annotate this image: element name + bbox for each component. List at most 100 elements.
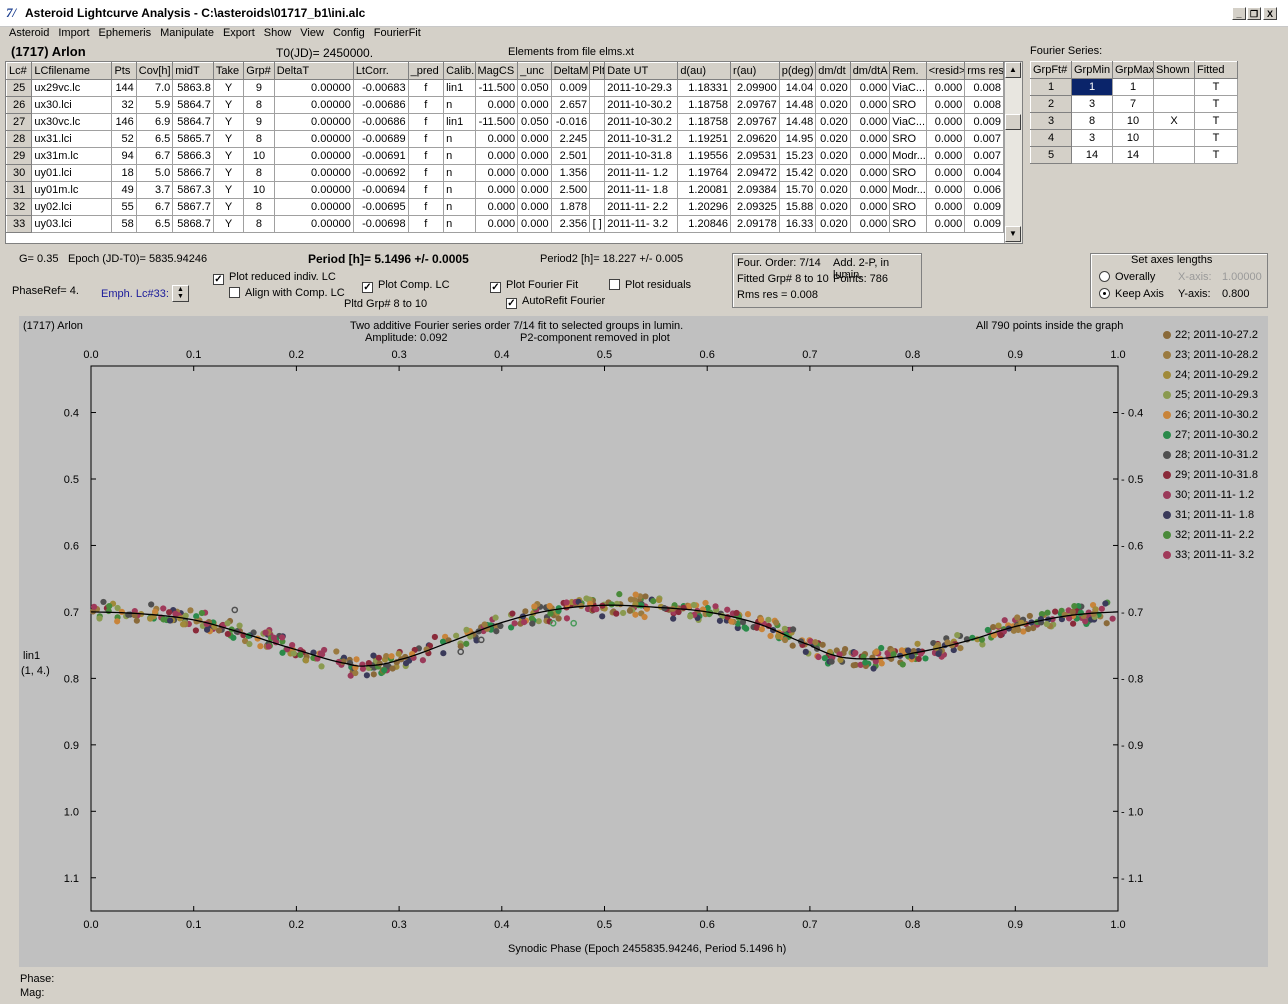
- lc-cell[interactable]: 0.050: [517, 113, 552, 131]
- lc-cell[interactable]: 0.020: [815, 181, 851, 199]
- lc-col-header[interactable]: Plt: [589, 62, 606, 80]
- lc-cell[interactable]: 5.9: [135, 96, 174, 114]
- lc-cell[interactable]: 55: [111, 198, 137, 216]
- lc-row-number[interactable]: 27: [6, 113, 33, 131]
- fourier-row-number[interactable]: 5: [1030, 146, 1072, 164]
- lc-cell[interactable]: SRO: [889, 164, 927, 182]
- fourier-cell[interactable]: 14: [1112, 146, 1154, 164]
- lc-cell[interactable]: 15.23: [778, 147, 817, 165]
- checkbox-checked[interactable]: ✓: [362, 282, 373, 293]
- lc-cell[interactable]: 32: [111, 96, 137, 114]
- lc-cell[interactable]: 0.000: [517, 215, 552, 233]
- lc-cell[interactable]: 2.09325: [730, 198, 780, 216]
- lc-cell[interactable]: 2011-10-31.2: [604, 130, 679, 148]
- lc-cell[interactable]: 6.5: [135, 130, 174, 148]
- fourier-col-header[interactable]: Shown: [1153, 61, 1195, 79]
- lc-cell[interactable]: 5863.8: [172, 79, 214, 97]
- lc-cell[interactable]: 0.000: [849, 96, 891, 114]
- lc-cell[interactable]: Y: [212, 147, 245, 165]
- lc-col-header[interactable]: Calib.: [443, 62, 476, 80]
- lc-cell[interactable]: 0.000: [849, 198, 891, 216]
- close-button[interactable]: X: [1263, 7, 1277, 20]
- lc-cell[interactable]: 0.006: [964, 181, 1004, 199]
- lc-cell[interactable]: n: [443, 181, 476, 199]
- scroll-thumb[interactable]: [1005, 114, 1021, 130]
- lc-cell[interactable]: Y: [212, 198, 245, 216]
- lc-col-header[interactable]: Date UT: [604, 62, 679, 80]
- lc-cell[interactable]: 2.09620: [730, 130, 780, 148]
- lc-cell[interactable]: 0.00000: [273, 96, 354, 114]
- lc-cell[interactable]: uy01m.lc: [31, 181, 113, 199]
- lc-cell[interactable]: 1.18758: [677, 113, 732, 131]
- lc-cell[interactable]: 0.020: [815, 147, 851, 165]
- lc-col-header[interactable]: Rem.: [889, 62, 927, 80]
- lc-cell[interactable]: 144: [111, 79, 137, 97]
- lc-cell[interactable]: 146: [111, 113, 137, 131]
- lc-cell[interactable]: ux31m.lc: [31, 147, 113, 165]
- lc-cell[interactable]: 0.009: [964, 198, 1004, 216]
- lc-cell[interactable]: f: [407, 164, 445, 182]
- lc-cell[interactable]: 0.000: [474, 130, 519, 148]
- fourier-cell[interactable]: 14: [1071, 146, 1113, 164]
- fourier-cell[interactable]: 10: [1112, 129, 1154, 147]
- lc-cell[interactable]: ux29vc.lc: [31, 79, 113, 97]
- lc-cell[interactable]: 0.009: [964, 113, 1004, 131]
- fourier-cell[interactable]: 7: [1112, 95, 1154, 113]
- lc-cell[interactable]: 5866.3: [172, 147, 214, 165]
- lc-table-row[interactable]: 26 ux30.lci 32 5.9 5864.7 Y 8 0.00000 -0.00686 f n…: [6, 96, 1004, 114]
- lc-col-header[interactable]: <resid>: [925, 62, 966, 80]
- lc-cell[interactable]: 0.00000: [273, 215, 354, 233]
- lc-cell[interactable]: SRO: [889, 215, 927, 233]
- lc-cell[interactable]: 0.000: [925, 147, 966, 165]
- fourier-cell[interactable]: 10: [1112, 112, 1154, 130]
- lc-cell[interactable]: 2.09900: [730, 79, 780, 97]
- lc-row-number[interactable]: 30: [6, 164, 33, 182]
- fourier-cell[interactable]: 8: [1071, 112, 1113, 130]
- fourier-cell[interactable]: [1153, 129, 1195, 147]
- lc-cell[interactable]: 18: [111, 164, 137, 182]
- fourier-cell[interactable]: X: [1153, 112, 1195, 130]
- lc-cell[interactable]: 0.000: [925, 79, 966, 97]
- radio-button-selected[interactable]: [1099, 288, 1110, 299]
- radio-keep-axis[interactable]: Keep Axis: [1099, 288, 1164, 300]
- lc-col-header[interactable]: dm/dt: [815, 62, 851, 80]
- lc-cell[interactable]: 0.000: [925, 198, 966, 216]
- restore-button[interactable]: ❐: [1247, 7, 1261, 20]
- lc-cell[interactable]: n: [443, 215, 476, 233]
- lc-cell[interactable]: [589, 79, 606, 97]
- chk-plot-reduced[interactable]: ✓ Plot reduced indiv. LC: [213, 271, 336, 285]
- lc-cell[interactable]: -11.500: [474, 113, 519, 131]
- lc-cell[interactable]: f: [407, 79, 445, 97]
- lc-cell[interactable]: 6.9: [135, 113, 174, 131]
- lc-cell[interactable]: 2011-10-31.8: [604, 147, 679, 165]
- lc-cell[interactable]: 0.000: [517, 96, 552, 114]
- lc-cell[interactable]: Y: [212, 164, 245, 182]
- lc-cell[interactable]: 0.000: [925, 164, 966, 182]
- lc-cell[interactable]: 0.00000: [273, 147, 354, 165]
- lc-col-header[interactable]: Take: [212, 62, 245, 80]
- lc-cell[interactable]: 0.008: [964, 79, 1004, 97]
- lc-cell[interactable]: 10: [243, 181, 275, 199]
- fourier-cell[interactable]: T: [1194, 78, 1238, 96]
- lc-cell[interactable]: 0.000: [849, 164, 891, 182]
- fourier-cell[interactable]: T: [1194, 129, 1238, 147]
- lc-col-header[interactable]: dm/dtA: [849, 62, 891, 80]
- lc-cell[interactable]: -0.016: [550, 113, 591, 131]
- lc-table-row[interactable]: 27 ux30vc.lc 146 6.9 5864.7 Y 9 0.00000 -0.00686…: [6, 113, 1004, 131]
- lc-cell[interactable]: 1.20081: [677, 181, 732, 199]
- lc-col-header[interactable]: DeltaM: [550, 62, 591, 80]
- minimize-button[interactable]: _: [1232, 7, 1246, 20]
- lc-cell[interactable]: 0.000: [474, 96, 519, 114]
- lc-cell[interactable]: 8: [243, 164, 275, 182]
- checkbox-checked[interactable]: ✓: [213, 274, 224, 285]
- lc-cell[interactable]: 5866.7: [172, 164, 214, 182]
- fourier-row-number[interactable]: 3: [1030, 112, 1072, 130]
- lc-cell[interactable]: 49: [111, 181, 137, 199]
- lc-cell[interactable]: Y: [212, 79, 245, 97]
- lc-cell[interactable]: 0.009: [550, 79, 591, 97]
- lc-cell[interactable]: 2.500: [550, 181, 591, 199]
- lc-cell[interactable]: 0.000: [925, 96, 966, 114]
- lc-cell[interactable]: 14.48: [778, 96, 817, 114]
- lc-cell[interactable]: 2.657: [550, 96, 591, 114]
- lc-cell[interactable]: n: [443, 130, 476, 148]
